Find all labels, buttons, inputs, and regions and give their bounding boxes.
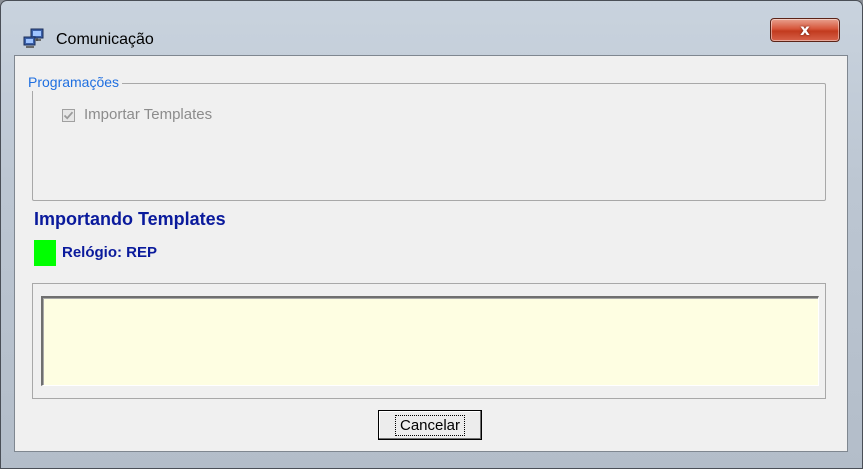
importar-templates-label: Importar Templates bbox=[84, 106, 213, 123]
clock-status-row: Relógio: REP bbox=[34, 240, 157, 266]
title-bar[interactable]: Comunicação x bbox=[1, 1, 862, 55]
close-button[interactable]: x bbox=[770, 18, 840, 42]
cancel-button-label: Cancelar bbox=[394, 414, 466, 436]
clock-label: Relógio: REP bbox=[62, 244, 158, 261]
importar-templates-checkbox-row: Importar Templates bbox=[62, 106, 212, 124]
log-textbox[interactable] bbox=[41, 296, 819, 386]
group-legend: Programações bbox=[27, 73, 123, 91]
status-indicator bbox=[34, 240, 56, 266]
checkmark-icon bbox=[63, 111, 74, 120]
close-icon: x bbox=[800, 21, 810, 39]
status-title: Importando Templates bbox=[34, 209, 226, 229]
network-computers-icon bbox=[23, 28, 45, 50]
dialog-client-area: Programações Importar Templates Importan… bbox=[14, 55, 848, 452]
log-panel bbox=[32, 283, 826, 399]
importar-templates-checkbox bbox=[62, 108, 75, 122]
cancel-button[interactable]: Cancelar bbox=[378, 410, 482, 440]
programacoes-group bbox=[32, 83, 826, 201]
window-title: Comunicação bbox=[56, 31, 154, 48]
dialog-window: Comunicação x Programações Importar Temp… bbox=[0, 0, 863, 469]
